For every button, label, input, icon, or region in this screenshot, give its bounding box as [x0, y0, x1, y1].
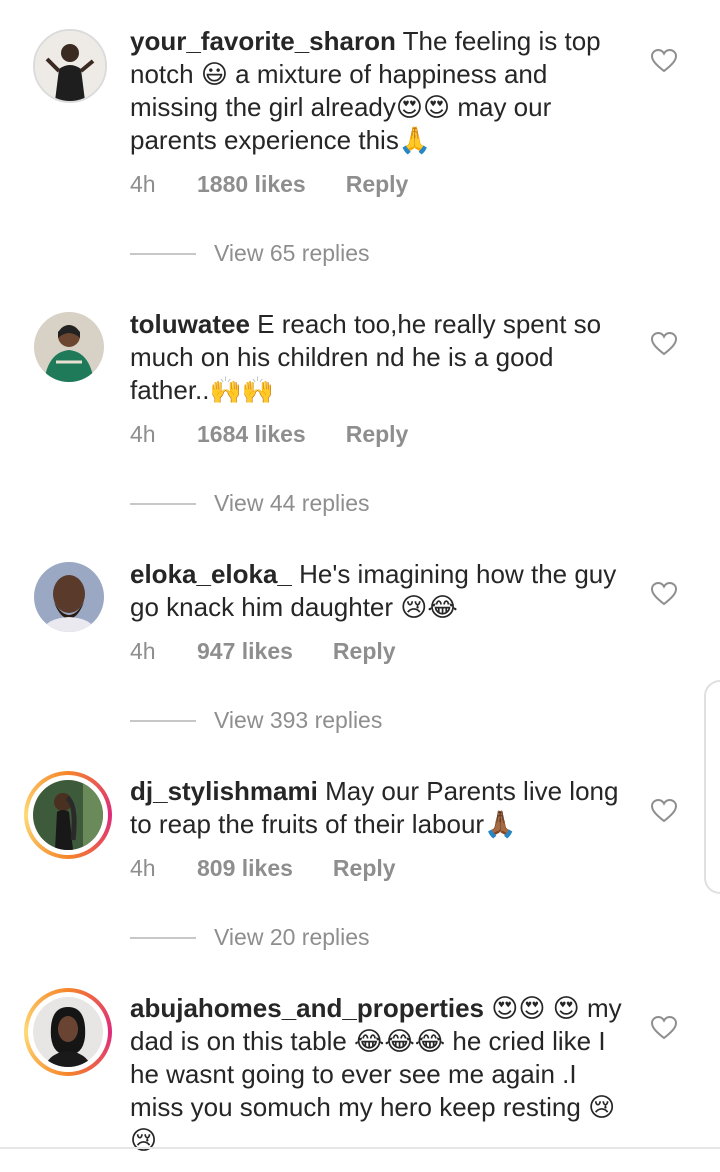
reply-button[interactable]: Reply: [333, 638, 396, 665]
reply-button[interactable]: Reply: [333, 855, 396, 882]
avatar-image: [34, 562, 104, 632]
comment-username[interactable]: your_favorite_sharon: [130, 26, 396, 56]
comment-username[interactable]: abujahomes_and_properties: [130, 993, 484, 1023]
comment-text: dj_stylishmami May our Parents live long…: [130, 775, 630, 841]
view-replies-button[interactable]: View 44 replies: [130, 490, 370, 517]
view-replies-button[interactable]: View 393 replies: [130, 707, 382, 734]
comment-time: 4h: [130, 638, 156, 664]
view-replies-label: View 44 replies: [214, 490, 370, 516]
avatar[interactable]: [34, 312, 104, 382]
comment-likes[interactable]: 809 likes: [197, 855, 293, 882]
comment-likes[interactable]: 947 likes: [197, 638, 293, 665]
comment-text: abujahomes_and_properties 😍😍 😍 my dad is…: [130, 992, 630, 1157]
comment-meta: 4h 947 likes Reply: [130, 638, 396, 665]
avatar-image: [33, 997, 103, 1067]
view-replies-label: View 65 replies: [214, 240, 370, 266]
comment-text: your_favorite_sharon The feeling is top …: [130, 25, 630, 157]
like-heart-icon[interactable]: [650, 1015, 678, 1040]
divider-line: [130, 252, 196, 255]
like-heart-icon[interactable]: [650, 48, 678, 73]
divider-line: [130, 936, 196, 939]
avatar[interactable]: [34, 562, 104, 632]
avatar-image: [34, 312, 104, 382]
comment-text: toluwatee E reach too,he really spent so…: [130, 308, 630, 407]
like-heart-icon[interactable]: [650, 798, 678, 823]
comment-username[interactable]: eloka_eloka_: [130, 559, 292, 589]
comment-username[interactable]: toluwatee: [130, 309, 250, 339]
like-heart-icon[interactable]: [650, 331, 678, 356]
reply-button[interactable]: Reply: [346, 171, 409, 198]
side-edge-handle[interactable]: [704, 680, 720, 894]
comment-text: eloka_eloka_ He's imagining how the guy …: [130, 558, 630, 624]
comment-time: 4h: [130, 855, 156, 881]
divider-line: [130, 719, 196, 722]
view-replies-label: View 393 replies: [214, 707, 383, 733]
avatar-image: [35, 31, 105, 101]
view-replies-button[interactable]: View 65 replies: [130, 240, 370, 267]
avatar-image: [33, 780, 103, 850]
comment-meta: 4h 1684 likes Reply: [130, 421, 408, 448]
comment-meta: 4h 809 likes Reply: [130, 855, 396, 882]
comment-time: 4h: [130, 171, 156, 197]
divider-line: [130, 502, 196, 505]
bottom-divider: [0, 1147, 720, 1149]
comment-likes[interactable]: 1880 likes: [197, 171, 306, 198]
view-replies-button[interactable]: View 20 replies: [130, 924, 370, 951]
comment-time: 4h: [130, 421, 156, 447]
like-heart-icon[interactable]: [650, 581, 678, 606]
avatar[interactable]: [33, 29, 107, 103]
avatar-story-ring[interactable]: [24, 988, 112, 1076]
reply-button[interactable]: Reply: [346, 421, 409, 448]
comment-meta: 4h 1880 likes Reply: [130, 171, 408, 198]
comment-likes[interactable]: 1684 likes: [197, 421, 306, 448]
view-replies-label: View 20 replies: [214, 924, 370, 950]
avatar-story-ring[interactable]: [24, 771, 112, 859]
comment-username[interactable]: dj_stylishmami: [130, 776, 318, 806]
